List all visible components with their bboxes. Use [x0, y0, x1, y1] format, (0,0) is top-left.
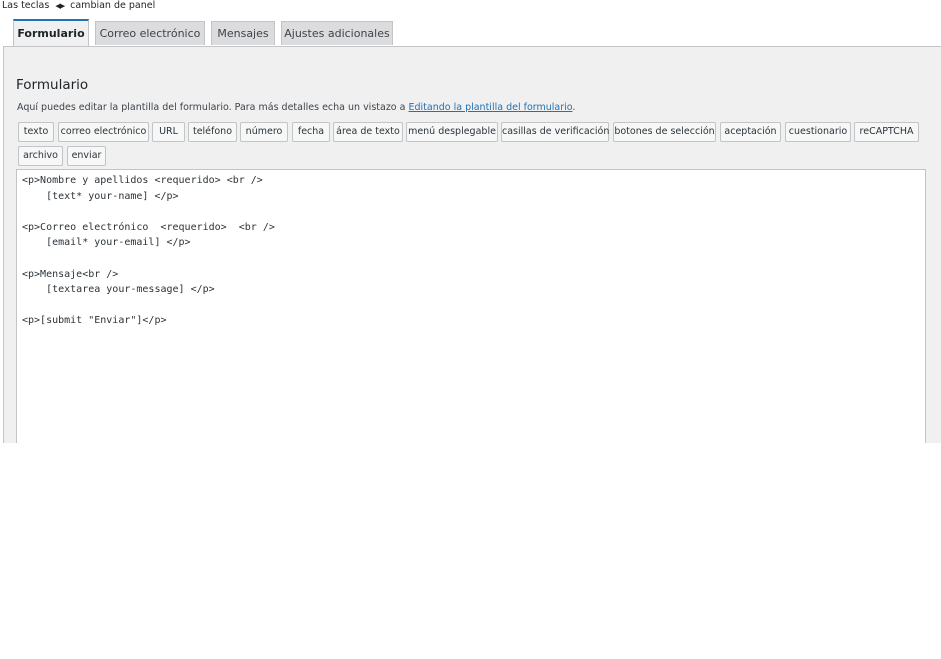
docs-link[interactable]: Editando la plantilla del formulario [408, 102, 572, 113]
tab-formulario[interactable]: Formulario [13, 19, 89, 46]
tag-button-menu-desplegable[interactable]: menú desplegable [406, 122, 498, 142]
description-suffix: . [572, 102, 576, 113]
tag-button-numero[interactable]: número [240, 122, 288, 142]
tag-button-enviar[interactable]: enviar [67, 146, 106, 166]
tag-button-recaptcha[interactable]: reCAPTCHA [854, 122, 919, 142]
form-template-editor[interactable]: <p>Nombre y apellidos <requerido> <br />… [16, 169, 926, 443]
hint-prefix: Las teclas [2, 0, 50, 11]
tag-button-archivo[interactable]: archivo [18, 146, 63, 166]
tab-correo-electronico[interactable]: Correo electrónico [95, 21, 205, 45]
description-text: Aquí puedes editar la plantilla del form… [17, 102, 409, 113]
keyboard-hint: Las teclas ◀▶ cambian de panel [2, 0, 155, 12]
contact-form-editor: Las teclas ◀▶ cambian de panel Formulari… [0, 0, 941, 659]
tag-button-aceptacion[interactable]: aceptación [720, 122, 781, 142]
editor-tabs: Formulario Correo electrónico Mensajes A… [0, 19, 941, 47]
tag-button-area-de-texto[interactable]: área de texto [333, 122, 403, 142]
form-panel: Formulario Aquí puedes editar la plantil… [3, 46, 941, 443]
tab-ajustes-adicionales[interactable]: Ajustes adicionales [281, 21, 393, 45]
panel-description: Aquí puedes editar la plantilla del form… [17, 102, 575, 113]
tag-button-texto[interactable]: texto [18, 122, 54, 142]
tag-button-correo-electronico[interactable]: correo electrónico [58, 122, 149, 142]
tag-button-casillas-de-verificacion[interactable]: casillas de verificación [501, 122, 609, 142]
tab-mensajes[interactable]: Mensajes [211, 21, 275, 45]
hint-suffix: cambian de panel [70, 0, 156, 11]
tag-button-cuestionario[interactable]: cuestionario [785, 122, 851, 142]
panel-title: Formulario [16, 77, 89, 93]
tag-button-url[interactable]: URL [152, 122, 185, 142]
arrow-keys-icon: ◀▶ [55, 2, 65, 10]
tag-button-botones-de-seleccion[interactable]: botones de selección [613, 122, 716, 142]
tag-button-fecha[interactable]: fecha [292, 122, 330, 142]
tag-button-telefono[interactable]: teléfono [188, 122, 237, 142]
